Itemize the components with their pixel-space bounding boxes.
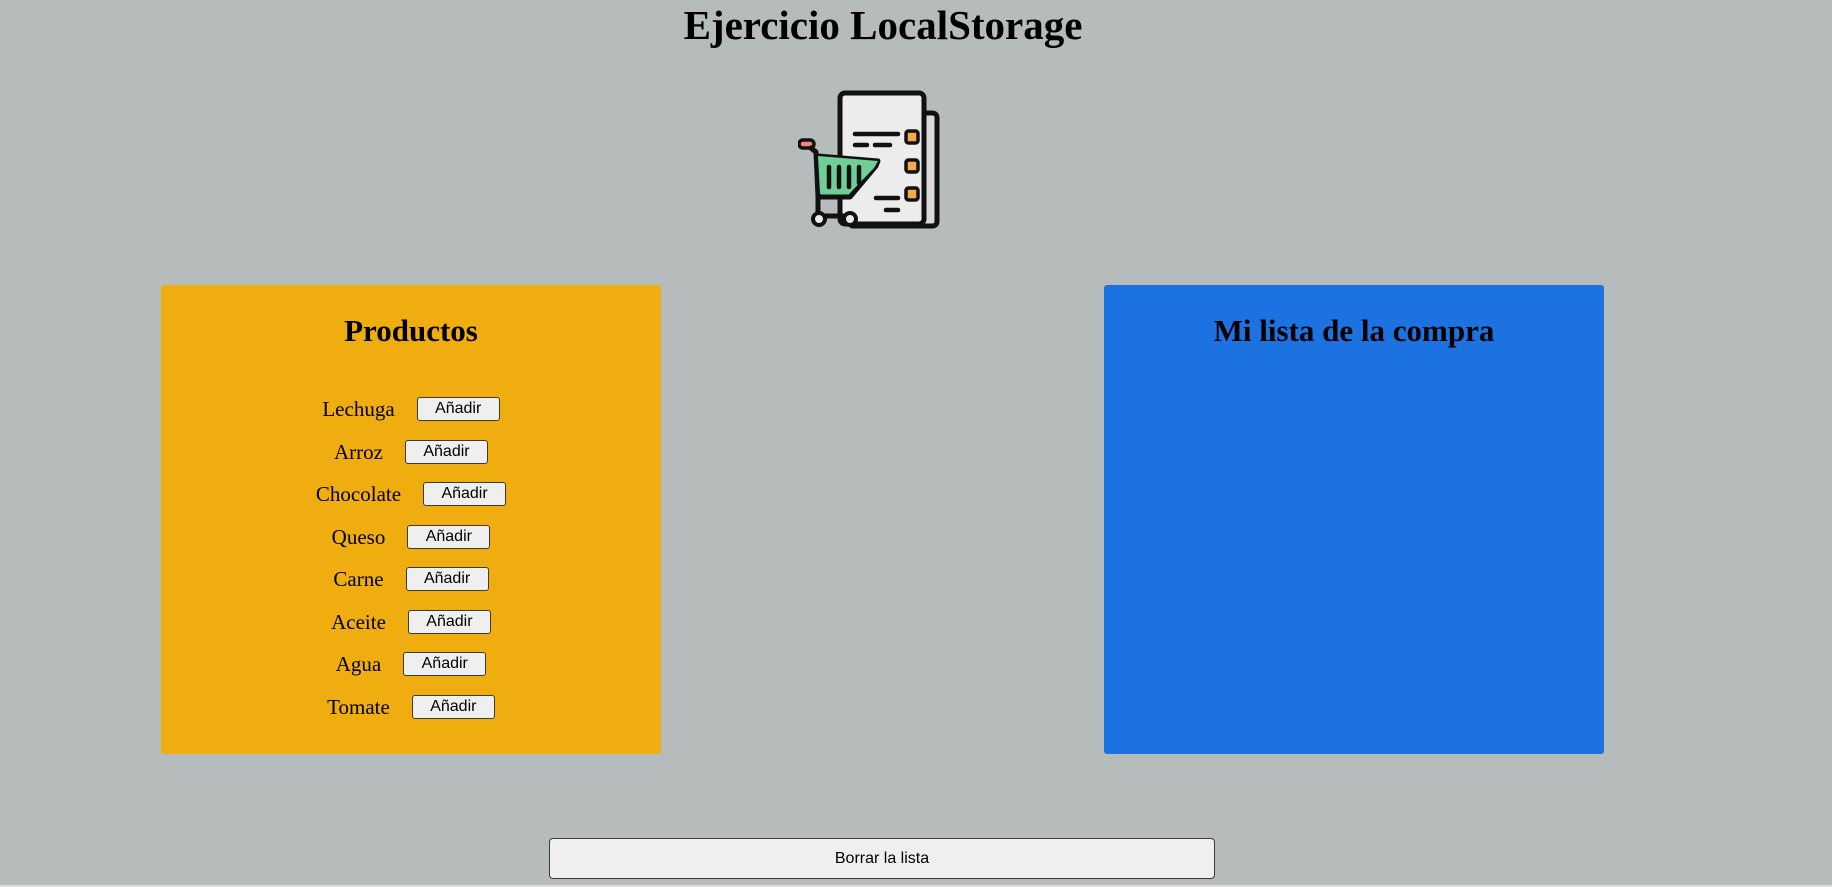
product-name: Lechuga [322,397,395,422]
product-item: Arroz Añadir [161,431,661,474]
add-carne-button[interactable]: Añadir [405,567,489,592]
page-title: Ejercicio LocalStorage [683,2,1083,48]
add-lechuga-button[interactable]: Añadir [416,397,500,422]
product-name: Carne [333,567,384,592]
shopping-list-heading: Mi lista de la compra [1213,313,1495,348]
products-panel: Productos Lechuga Añadir Arroz Añadir Ch… [161,285,661,754]
clear-list-button[interactable]: Borrar la lista [549,838,1215,879]
add-arroz-button[interactable]: Añadir [404,439,488,464]
product-item: Tomate Añadir [161,686,661,729]
shopping-list-cart-icon [798,90,940,229]
product-name: Arroz [334,439,383,464]
product-name: Agua [335,652,382,677]
product-item: Aceite Añadir [161,601,661,644]
product-name: Chocolate [315,482,402,507]
add-aceite-button[interactable]: Añadir [407,609,491,634]
product-name: Tomate [327,694,390,719]
product-item: Lechuga Añadir [161,388,661,431]
product-item: Chocolate Añadir [161,473,661,516]
add-agua-button[interactable]: Añadir [403,652,487,677]
product-name: Queso [331,524,386,549]
product-item: Carne Añadir [161,558,661,601]
product-list: Lechuga Añadir Arroz Añadir Chocolate Añ… [161,388,661,728]
add-tomate-button[interactable]: Añadir [411,694,495,719]
add-queso-button[interactable]: Añadir [407,524,491,549]
products-heading: Productos [344,313,478,348]
product-item: Agua Añadir [161,643,661,686]
add-chocolate-button[interactable]: Añadir [423,482,507,507]
product-name: Aceite [331,609,386,634]
product-item: Queso Añadir [161,516,661,559]
shopping-list-panel: Mi lista de la compra [1104,285,1604,754]
